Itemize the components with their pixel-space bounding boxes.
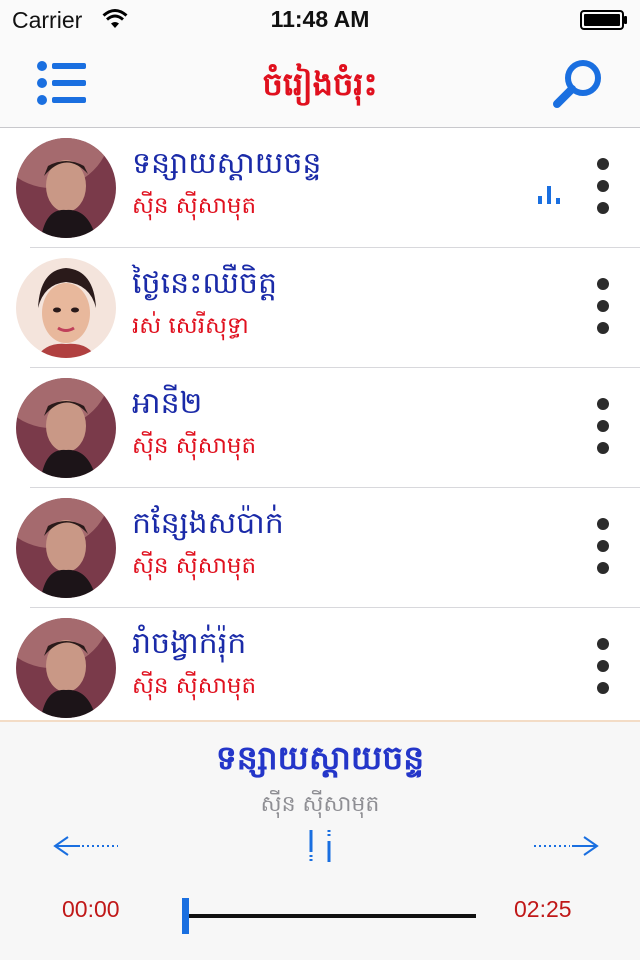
now-playing-icon — [538, 186, 560, 204]
avatar — [16, 378, 116, 478]
now-playing-artist: ស៊ីន ស៊ីសាមុត — [260, 792, 380, 817]
pause-icon[interactable] — [300, 828, 340, 864]
song-title: កន្សែងសប៉ាក់ — [132, 506, 284, 541]
list-item[interactable]: ថ្ងៃនេះឈឺចិត្ត រស់ សេរីសុទ្ធា — [0, 248, 640, 368]
page-title: ចំរៀងចំរុះ — [262, 65, 378, 103]
more-icon[interactable] — [588, 158, 618, 218]
more-icon[interactable] — [588, 278, 618, 338]
song-list: ទន្សាយស្តាយចន្ទ ស៊ីន ស៊ីសាមុត ថ្ងៃនេះឈឺច… — [0, 128, 640, 720]
song-artist: ស៊ីន ស៊ីសាមុត — [132, 673, 257, 699]
next-icon[interactable] — [530, 834, 600, 858]
now-playing-title: ទន្សាយស្តាយចន្ទ — [215, 738, 425, 777]
list-item[interactable]: កន្សែងសប៉ាក់ ស៊ីន ស៊ីសាមុត — [0, 488, 640, 608]
list-item[interactable]: អានី២ ស៊ីន ស៊ីសាមុត — [0, 368, 640, 488]
more-icon[interactable] — [588, 398, 618, 458]
song-title: ទន្សាយស្តាយចន្ទ — [132, 146, 322, 181]
song-artist: រស់ សេរីសុទ្ធា — [132, 313, 249, 339]
clock: 11:48 AM — [270, 6, 370, 32]
avatar — [16, 138, 116, 238]
current-time: 00:00 — [62, 896, 120, 922]
list-item[interactable]: រាំចង្វាក់រ៉ុក ស៊ីន ស៊ីសាមុត — [0, 608, 640, 720]
song-artist: ស៊ីន ស៊ីសាមុត — [132, 553, 257, 579]
list-item[interactable]: ទន្សាយស្តាយចន្ទ ស៊ីន ស៊ីសាមុត — [0, 128, 640, 248]
nav-bar: ចំរៀងចំរុះ — [0, 40, 640, 128]
avatar — [16, 258, 116, 358]
status-bar: Carrier 11:48 AM — [0, 0, 640, 40]
progress-slider[interactable] — [186, 914, 476, 918]
previous-icon[interactable] — [52, 834, 122, 858]
total-time: 02:25 — [514, 896, 572, 922]
more-icon[interactable] — [588, 518, 618, 578]
song-title: អានី២ — [132, 386, 203, 421]
avatar — [16, 498, 116, 598]
song-title: រាំចង្វាក់រ៉ុក — [132, 626, 247, 661]
song-title: ថ្ងៃនេះឈឺចិត្ត — [132, 266, 278, 301]
avatar — [16, 618, 116, 718]
progress-thumb[interactable] — [182, 898, 189, 934]
more-icon[interactable] — [588, 638, 618, 698]
battery-icon — [580, 10, 627, 30]
search-icon[interactable] — [548, 54, 608, 114]
now-playing-panel: ទន្សាយស្តាយចន្ទ ស៊ីន ស៊ីសាមុត 00:00 02:2… — [0, 720, 640, 960]
song-artist: ស៊ីន ស៊ីសាមុត — [132, 193, 257, 219]
song-artist: ស៊ីន ស៊ីសាមុត — [132, 433, 257, 459]
